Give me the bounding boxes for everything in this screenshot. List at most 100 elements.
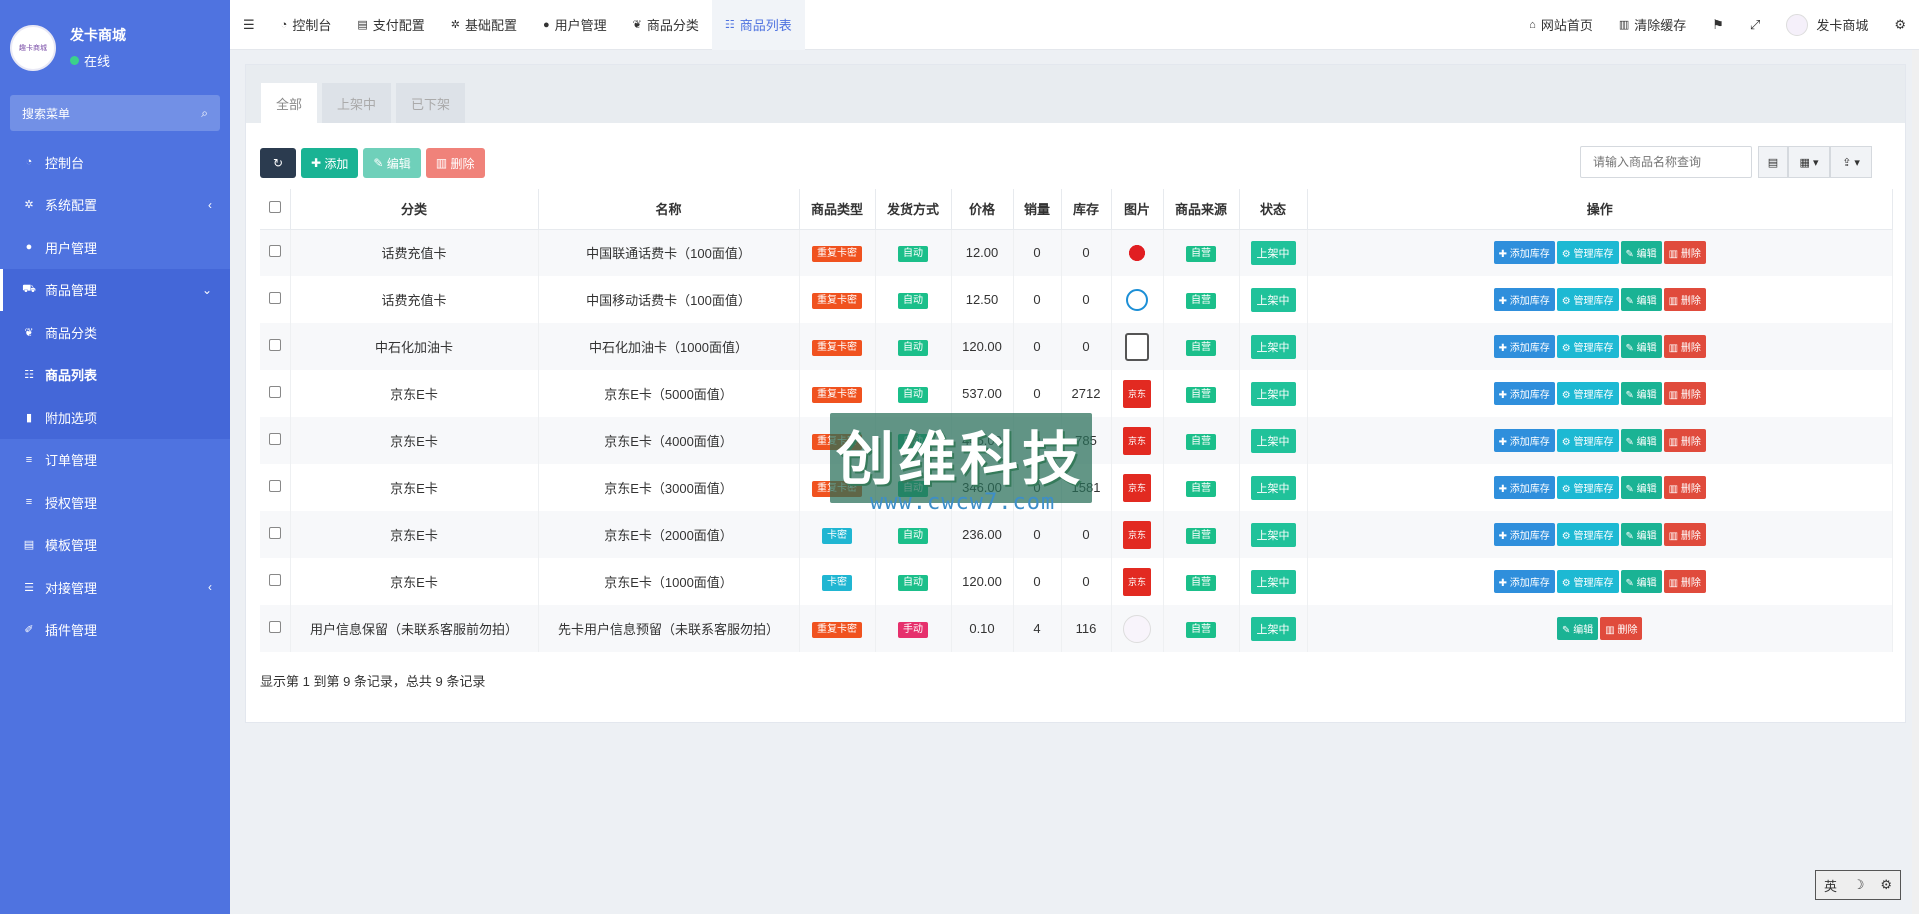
goods-search-input[interactable] [1580,146,1752,178]
select-all-checkbox[interactable] [268,201,281,214]
ime-toolbar[interactable]: 英 ☽ ⚙ [1815,870,1901,900]
header-price[interactable]: 价格 [951,189,1014,230]
add-stock-button[interactable]: ✚ 添加库存 [1493,288,1555,311]
home-link[interactable]: ⌂ 网站首页 [1516,0,1606,50]
add-button[interactable]: ✚ 添加 [301,148,359,178]
edit-row-button[interactable]: ✎ 编辑 [1620,241,1662,265]
search-icon[interactable]: ⌕ [201,106,208,121]
sidebar-item-2[interactable]: ● 用户管理 [0,226,230,269]
tab-payment[interactable]: ▤ 支付配置 [344,0,437,50]
settings-button[interactable]: ⚙ [1881,0,1919,50]
toggle-view-button[interactable]: ▤ [1758,146,1788,178]
header-category[interactable]: 分类 [290,189,539,230]
row-checkbox[interactable] [268,433,281,445]
sidebar-toggle-button[interactable]: ☰ [230,0,268,50]
moon-icon[interactable]: ☽ [1853,877,1865,893]
sidebar-item-10[interactable]: ☰ 对接管理 ‹ [0,566,230,609]
row-checkbox[interactable] [268,245,281,258]
sidebar-item-6[interactable]: ▮ 附加选项 [0,396,230,439]
manage-stock-button[interactable]: ⚙ 管理库存 [1556,241,1619,265]
jd-logo-icon[interactable]: 京东 [1123,379,1151,408]
jd-logo-icon[interactable]: 京东 [1123,520,1151,549]
header-stock[interactable]: 库存 [1061,189,1112,230]
export-button[interactable]: ⇪ ▾ [1830,146,1872,178]
row-checkbox[interactable] [268,339,281,351]
edit-row-button[interactable]: ✎ 编辑 [1620,429,1662,452]
status-toggle[interactable]: 上架中 [1250,240,1296,265]
edit-row-button[interactable]: ✎ 编辑 [1620,523,1662,546]
delete-row-button[interactable]: ▥ 删除 [1663,335,1706,358]
clear-cache-button[interactable]: ▥ 清除缓存 [1606,0,1699,50]
sidebar-item-9[interactable]: ▤ 模板管理 [0,524,230,567]
edit-row-button[interactable]: ✎ 编辑 [1557,617,1599,640]
edit-row-button[interactable]: ✎ 编辑 [1620,335,1662,358]
edit-row-button[interactable]: ✎ 编辑 [1620,570,1662,593]
tab-categories[interactable]: ❦ 商品分类 [620,0,712,50]
status-toggle[interactable]: 上架中 [1250,334,1296,359]
delete-row-button[interactable]: ▥ 删除 [1663,382,1706,405]
delete-row-button[interactable]: ▥ 删除 [1663,429,1706,452]
jd-logo-icon[interactable]: 京东 [1123,567,1151,596]
row-checkbox[interactable] [268,621,281,633]
delete-row-button[interactable]: ▥ 删除 [1663,241,1706,265]
manage-stock-button[interactable]: ⚙ 管理库存 [1556,382,1619,405]
header-status[interactable]: 状态 [1239,189,1308,230]
status-toggle[interactable]: 上架中 [1250,569,1296,594]
sidebar-item-3[interactable]: ⛟ 商品管理 ⌄ [0,268,230,311]
status-toggle[interactable]: 上架中 [1250,287,1296,312]
sidebar-item-8[interactable]: ≡ 授权管理 [0,481,230,524]
delete-row-button[interactable]: ▥ 删除 [1600,617,1643,640]
status-toggle[interactable]: 上架中 [1250,428,1296,453]
delete-row-button[interactable]: ▥ 删除 [1663,523,1706,546]
jd-logo-icon[interactable]: 京东 [1123,473,1151,502]
sidebar-item-7[interactable]: ≡ 订单管理 [0,439,230,482]
language-button[interactable]: ⚑ [1699,0,1737,50]
jd-logo-icon[interactable]: 京东 [1123,426,1151,455]
settings-icon[interactable]: ⚙ [1880,877,1892,893]
refresh-button[interactable]: ↻ [260,148,296,178]
header-sales[interactable]: 销量 [1013,189,1062,230]
delete-row-button[interactable]: ▥ 删除 [1663,570,1706,593]
manage-stock-button[interactable]: ⚙ 管理库存 [1556,335,1619,358]
add-stock-button[interactable]: ✚ 添加库存 [1493,523,1555,546]
mobile-logo-icon[interactable] [1126,288,1148,311]
row-checkbox[interactable] [268,574,281,586]
header-source[interactable]: 商品来源 [1163,189,1240,230]
sidebar-item-0[interactable]: ◔ 控制台 [0,141,230,184]
status-toggle[interactable]: 上架中 [1250,381,1296,406]
delete-row-button[interactable]: ▥ 删除 [1663,288,1706,311]
avatar[interactable]: 趣卡商城 [10,24,56,71]
manage-stock-button[interactable]: ⚙ 管理库存 [1556,429,1619,452]
menu-search-input[interactable]: 搜索菜单 ⌕ [10,95,220,131]
unicom-logo-icon[interactable] [1123,238,1151,267]
ime-language[interactable]: 英 [1824,876,1837,895]
edit-row-button[interactable]: ✎ 编辑 [1620,382,1662,405]
manage-stock-button[interactable]: ⚙ 管理库存 [1556,523,1619,546]
add-stock-button[interactable]: ✚ 添加库存 [1493,476,1555,499]
header-type[interactable]: 商品类型 [799,189,876,230]
columns-button[interactable]: ▦ ▾ [1788,146,1830,178]
row-checkbox[interactable] [268,480,281,492]
manage-stock-button[interactable]: ⚙ 管理库存 [1556,476,1619,499]
tab-goods-list[interactable]: ☷ 商品列表 [711,0,805,50]
sidebar-item-11[interactable]: ✐ 插件管理 [0,609,230,652]
user-menu[interactable]: 发卡商城 [1773,0,1881,50]
add-stock-button[interactable]: ✚ 添加库存 [1493,570,1555,593]
tab-basic-config[interactable]: ✲ 基础配置 [438,0,530,50]
tab-users[interactable]: ● 用户管理 [530,0,620,50]
add-stock-button[interactable]: ✚ 添加库存 [1493,241,1555,265]
sidebar-item-1[interactable]: ✲ 系统配置 ‹ [0,184,230,227]
add-stock-button[interactable]: ✚ 添加库存 [1493,429,1555,452]
fk-logo-icon[interactable] [1123,614,1151,643]
status-toggle[interactable]: 上架中 [1250,616,1296,641]
tab-all[interactable]: 全部 [261,83,318,123]
edit-row-button[interactable]: ✎ 编辑 [1620,288,1662,311]
header-name[interactable]: 名称 [538,189,800,230]
row-checkbox[interactable] [268,292,281,304]
edit-row-button[interactable]: ✎ 编辑 [1620,476,1662,499]
sinopec-logo-icon[interactable] [1125,332,1149,361]
scrollbar[interactable] [1912,50,1919,914]
add-stock-button[interactable]: ✚ 添加库存 [1493,382,1555,405]
sidebar-item-5[interactable]: ☷ 商品列表 [0,353,230,396]
row-checkbox[interactable] [268,386,281,398]
